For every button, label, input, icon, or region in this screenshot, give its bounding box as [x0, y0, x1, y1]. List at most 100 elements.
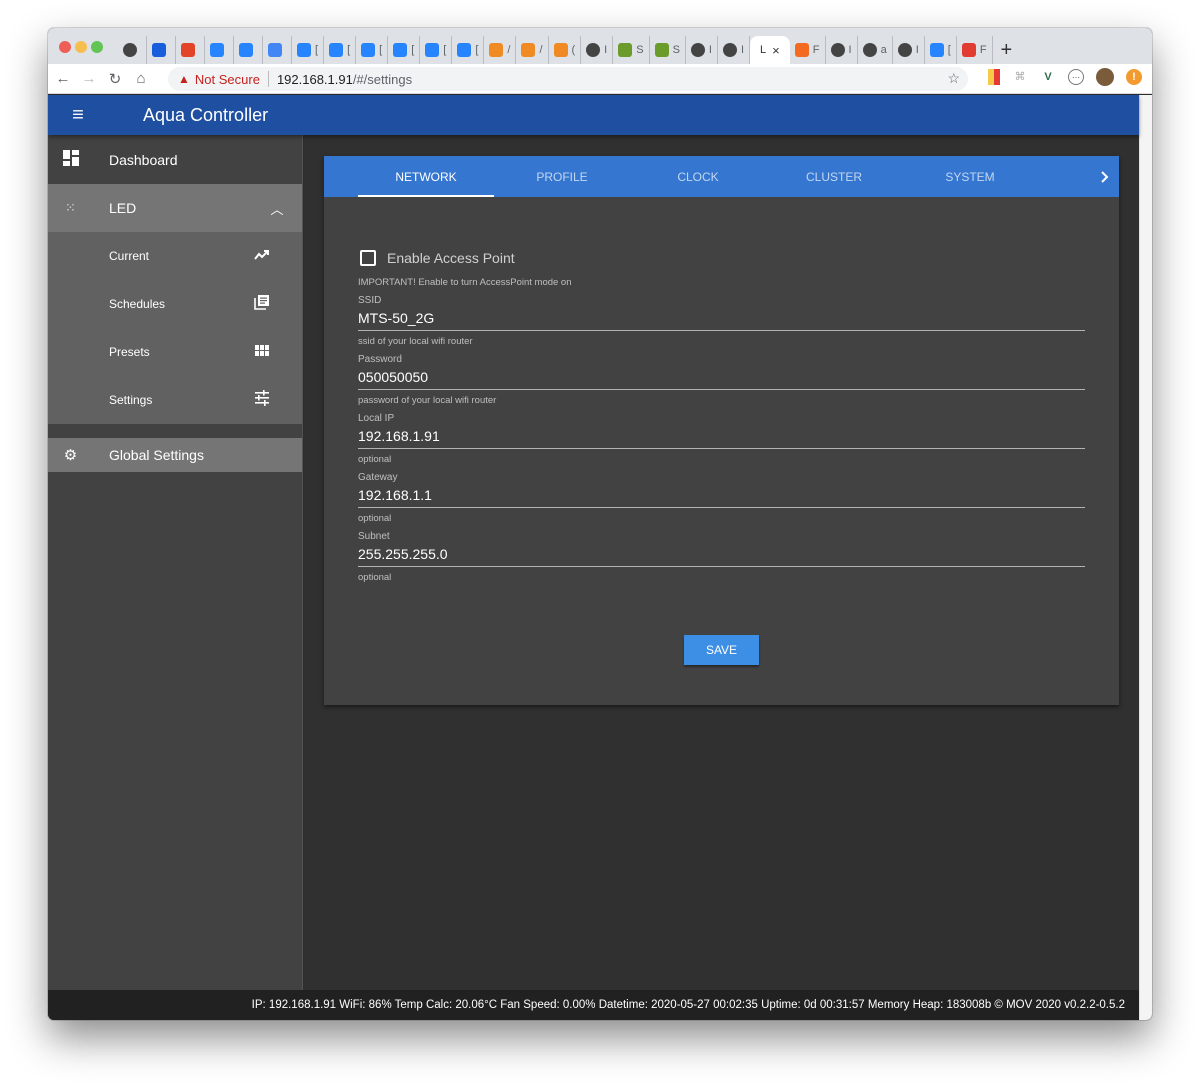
window-minimize-button[interactable]	[75, 41, 87, 53]
security-label[interactable]: Not Secure	[195, 72, 260, 87]
browser-tab[interactable]: I	[581, 36, 614, 64]
browser-tab[interactable]: S	[613, 36, 650, 64]
browser-tab[interactable]: [	[324, 36, 357, 64]
tab-system[interactable]: SYSTEM	[902, 156, 1038, 197]
browser-tab[interactable]	[205, 36, 234, 64]
browser-window: [[[[[[/ /(I S S I I L × F Ia I[F + ← → ↻ ⌂ ▲ Not Se…	[48, 28, 1152, 1020]
browser-tab-title: [	[379, 44, 383, 56]
chevron-right-icon[interactable]	[1101, 156, 1109, 197]
scrollbar[interactable]	[1139, 95, 1152, 1020]
sidebar-item-schedules[interactable]: Schedules	[48, 280, 302, 328]
enable-access-point-row[interactable]: Enable Access Point	[358, 246, 1085, 270]
browser-tab[interactable]: F	[790, 36, 826, 64]
menu-icon[interactable]: ≡	[48, 104, 108, 127]
tab-strip: [[[[[[/ /(I S S I I L × F Ia I[F +	[48, 28, 1152, 64]
browser-tab-title: /	[507, 44, 511, 56]
browser-tab[interactable]: I	[718, 36, 751, 64]
sidebar-item-settings[interactable]: Settings	[48, 376, 302, 424]
browser-tab[interactable]: [	[388, 36, 421, 64]
browser-tab[interactable]: L ×	[750, 36, 790, 64]
code-extension-icon[interactable]: ⋯	[1068, 69, 1084, 85]
url-text[interactable]: 192.168.1.91/#/settings	[277, 72, 412, 87]
tab-profile[interactable]: PROFILE	[494, 156, 630, 197]
subnet-input[interactable]: 255.255.255.0	[358, 544, 1085, 566]
command-extension-icon[interactable]: ⌘	[1012, 69, 1028, 85]
browser-tab[interactable]: /	[516, 36, 549, 64]
profile-avatar[interactable]	[1096, 68, 1114, 86]
browser-tab[interactable]: [	[292, 36, 325, 64]
gitlab-icon	[181, 43, 195, 57]
browser-tab[interactable]: [	[420, 36, 453, 64]
browser-tab-title: I	[604, 44, 608, 56]
address-bar[interactable]: ▲ Not Secure 192.168.1.91/#/settings ☆	[168, 67, 968, 91]
browser-tab[interactable]: /	[484, 36, 517, 64]
browser-tab[interactable]: S	[650, 36, 686, 64]
sidebar-group-led[interactable]: ⁙ LED ︿	[48, 184, 302, 232]
browser-tab[interactable]: I	[686, 36, 718, 64]
local-ip-field[interactable]: Local IP 192.168.1.91 optional	[358, 412, 1085, 469]
tab-network[interactable]: NETWORK	[358, 156, 494, 197]
browser-tab[interactable]: [	[356, 36, 389, 64]
ssid-field[interactable]: SSID MTS-50_2G ssid of your local wifi r…	[358, 294, 1085, 351]
local-ip-input[interactable]: 192.168.1.91	[358, 426, 1085, 448]
grid-icon	[222, 344, 302, 361]
window-maximize-button[interactable]	[91, 41, 103, 53]
box-icon	[553, 43, 568, 57]
forward-button[interactable]: →	[78, 70, 100, 87]
browser-tab-title: [	[947, 44, 951, 56]
sidebar-item-label: Current	[109, 249, 150, 263]
update-alert-icon[interactable]: !	[1126, 69, 1142, 85]
save-button[interactable]: SAVE	[684, 635, 759, 665]
chevron-up-icon[interactable]: ︿	[252, 199, 302, 218]
bookmark-star-icon[interactable]: ☆	[947, 70, 960, 87]
browser-tab[interactable]	[147, 36, 176, 64]
app-bar: ≡ Aqua Controller	[48, 95, 1139, 135]
browser-tab[interactable]	[263, 36, 292, 64]
browser-tab-title: S	[672, 44, 680, 56]
jira-icon	[393, 43, 408, 57]
sidebar-item-presets[interactable]: Presets	[48, 328, 302, 376]
back-button[interactable]: ←	[52, 70, 74, 87]
browser-tab[interactable]: [	[925, 36, 957, 64]
browser-tab[interactable]: (	[549, 36, 582, 64]
home-button[interactable]: ⌂	[130, 70, 152, 87]
settings-card: NETWORK PROFILE CLOCK CLUSTER SYSTEM Ena…	[324, 156, 1119, 705]
password-input[interactable]: 050050050	[358, 367, 1085, 389]
library-books-icon	[222, 294, 302, 314]
browser-tab-title: a	[880, 44, 887, 56]
browser-tab-title: I	[708, 44, 712, 56]
browser-toolbar: ← → ↻ ⌂ ▲ Not Secure 192.168.1.91/#/sett…	[48, 64, 1152, 94]
browser-tab[interactable]: I	[893, 36, 925, 64]
sidebar-item-current[interactable]: Current	[48, 232, 302, 280]
vue-devtools-icon[interactable]: V	[1040, 69, 1056, 85]
enable-access-point-checkbox[interactable]	[360, 250, 376, 266]
subnet-field[interactable]: Subnet 255.255.255.0 optional	[358, 530, 1085, 587]
browser-tab[interactable]: F	[957, 36, 993, 64]
ssid-input[interactable]: MTS-50_2G	[358, 308, 1085, 330]
browser-tab[interactable]: [	[452, 36, 485, 64]
jira-icon	[929, 43, 944, 57]
browser-tab-title: I	[848, 44, 852, 56]
browser-tab[interactable]: I	[826, 36, 858, 64]
gateway-input[interactable]: 192.168.1.1	[358, 485, 1085, 507]
enable-access-point-label[interactable]: Enable Access Point	[387, 250, 515, 266]
window-close-button[interactable]	[59, 41, 71, 53]
browser-tab[interactable]	[176, 36, 205, 64]
browser-tab-title: [	[443, 44, 447, 56]
password-field[interactable]: Password 050050050 password of your loca…	[358, 353, 1085, 410]
close-tab-icon[interactable]: ×	[772, 43, 780, 58]
browser-tab[interactable]	[118, 36, 147, 64]
new-tab-button[interactable]: +	[1001, 36, 1013, 64]
field-underline	[358, 507, 1085, 508]
gear-icon: ⚙	[63, 447, 78, 464]
tab-cluster[interactable]: CLUSTER	[766, 156, 902, 197]
gateway-field[interactable]: Gateway 192.168.1.1 optional	[358, 471, 1085, 528]
browser-tab[interactable]	[234, 36, 263, 64]
sidebar-item-label: Global Settings	[109, 447, 204, 463]
bookmark-extension-icon[interactable]	[988, 69, 1000, 85]
browser-tab[interactable]: a	[858, 36, 893, 64]
tab-clock[interactable]: CLOCK	[630, 156, 766, 197]
sidebar-item-global-settings[interactable]: ⚙ Global Settings	[48, 438, 302, 472]
reload-button[interactable]: ↻	[104, 70, 126, 88]
sidebar-item-dashboard[interactable]: Dashboard	[48, 136, 302, 184]
